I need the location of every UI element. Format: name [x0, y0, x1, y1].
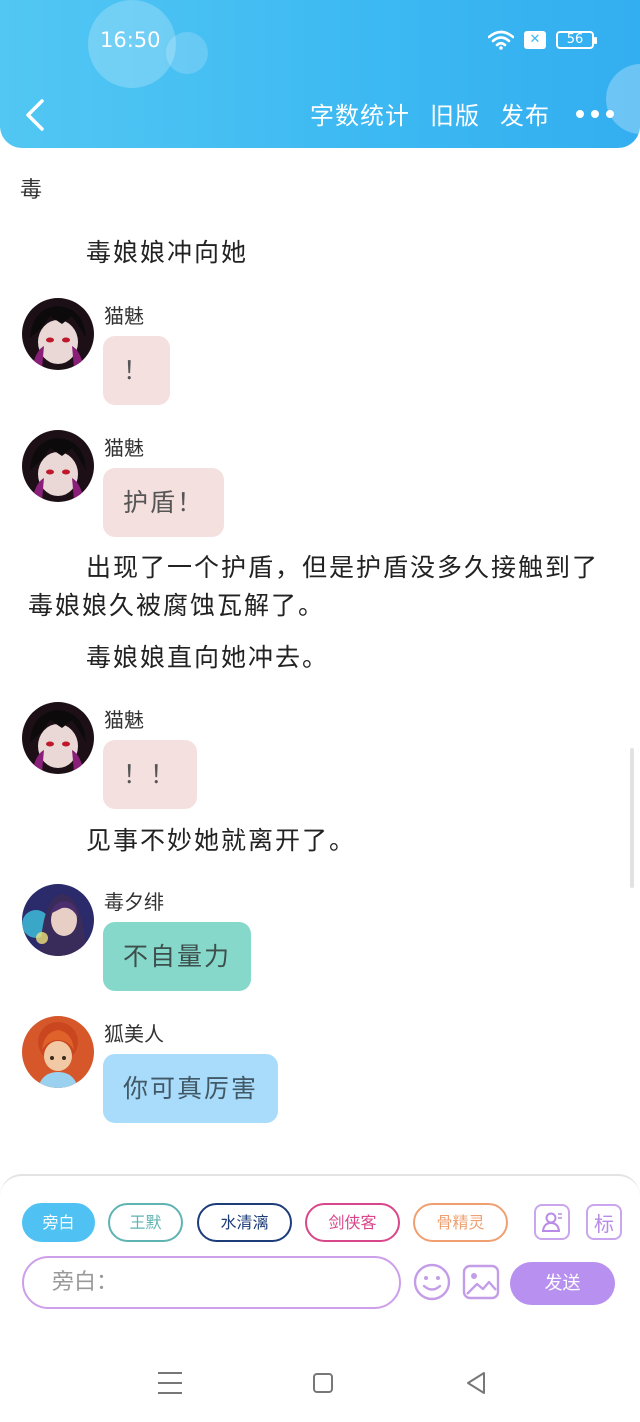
system-navigation-bar [0, 1344, 640, 1422]
speaker-name: 狐美人 [104, 1022, 164, 1046]
narration-text[interactable]: 毒娘娘冲向她 [28, 234, 608, 272]
home-icon[interactable] [313, 1373, 333, 1393]
send-button[interactable]: 发送 [510, 1262, 615, 1305]
speaker-name: 猫魅 [104, 708, 144, 732]
publish-button[interactable]: 发布 [500, 96, 550, 131]
status-time: 16:50 [100, 28, 161, 52]
narration-text[interactable]: 出现了一个护盾，但是护盾没多久接触到了毒娘娘久被腐蚀瓦解了。 [28, 549, 608, 625]
image-icon[interactable] [461, 1262, 501, 1302]
input-panel: 旁白 王默 水清漓 剑侠客 骨精灵 标 旁白： 发送 [0, 1174, 640, 1344]
character-chip[interactable]: 王默 [108, 1203, 183, 1242]
narration-text[interactable]: 见事不妙她就离开了。 [28, 822, 608, 860]
speech-bubble[interactable]: 护盾！ [103, 468, 225, 537]
speaker-name: 猫魅 [104, 304, 144, 328]
avatar [22, 702, 94, 774]
avatar [22, 298, 94, 370]
avatar [22, 1016, 94, 1088]
battery-icon: 56 [556, 31, 597, 49]
speech-bubble[interactable]: ！！ [103, 740, 198, 809]
speech-bubble[interactable]: 你可真厉害 [103, 1054, 279, 1123]
story-content[interactable]: 毒 毒娘娘冲向她 猫魅 ！ 猫魅 护盾！ 出现了一个护盾，但是护盾没多久接触到了… [0, 148, 640, 1173]
avatar [22, 430, 94, 502]
character-chip-narrator[interactable]: 旁白 [22, 1203, 95, 1242]
more-icon[interactable] [576, 99, 614, 129]
avatar [22, 884, 94, 956]
speech-bubble[interactable]: 不自量力 [103, 922, 252, 991]
decorative-bubble [166, 32, 208, 74]
wifi-icon [488, 30, 514, 50]
narration-text[interactable]: 毒娘娘直向她冲去。 [28, 639, 608, 677]
character-chip[interactable]: 骨精灵 [413, 1203, 508, 1242]
sim-off-icon: ✕ [524, 31, 546, 49]
speaker-name: 猫魅 [104, 436, 144, 460]
header-actions: 字数统计 旧版 发布 [290, 96, 614, 131]
system-back-icon[interactable] [464, 1370, 488, 1400]
back-arrow-icon[interactable] [20, 95, 50, 135]
speaker-name: 毒夕绯 [104, 890, 164, 914]
chapter-title: 毒 [20, 178, 43, 203]
scrollbar-thumb[interactable] [630, 748, 634, 888]
old-version-button[interactable]: 旧版 [430, 96, 480, 131]
emoji-icon[interactable] [412, 1262, 452, 1302]
recent-apps-icon[interactable] [158, 1372, 182, 1402]
word-count-button[interactable]: 字数统计 [310, 96, 410, 131]
tag-button[interactable]: 标 [586, 1204, 622, 1240]
app-header: 16:50 ✕ 56 字数统计 旧版 发布 [0, 0, 640, 148]
character-chip[interactable]: 剑侠客 [305, 1203, 400, 1242]
character-chip[interactable]: 水清漓 [197, 1203, 292, 1242]
dialogue-input[interactable]: 旁白： [22, 1256, 401, 1309]
add-character-icon[interactable] [534, 1204, 570, 1240]
speech-bubble[interactable]: ！ [103, 336, 171, 405]
status-icons: ✕ 56 [488, 30, 597, 50]
